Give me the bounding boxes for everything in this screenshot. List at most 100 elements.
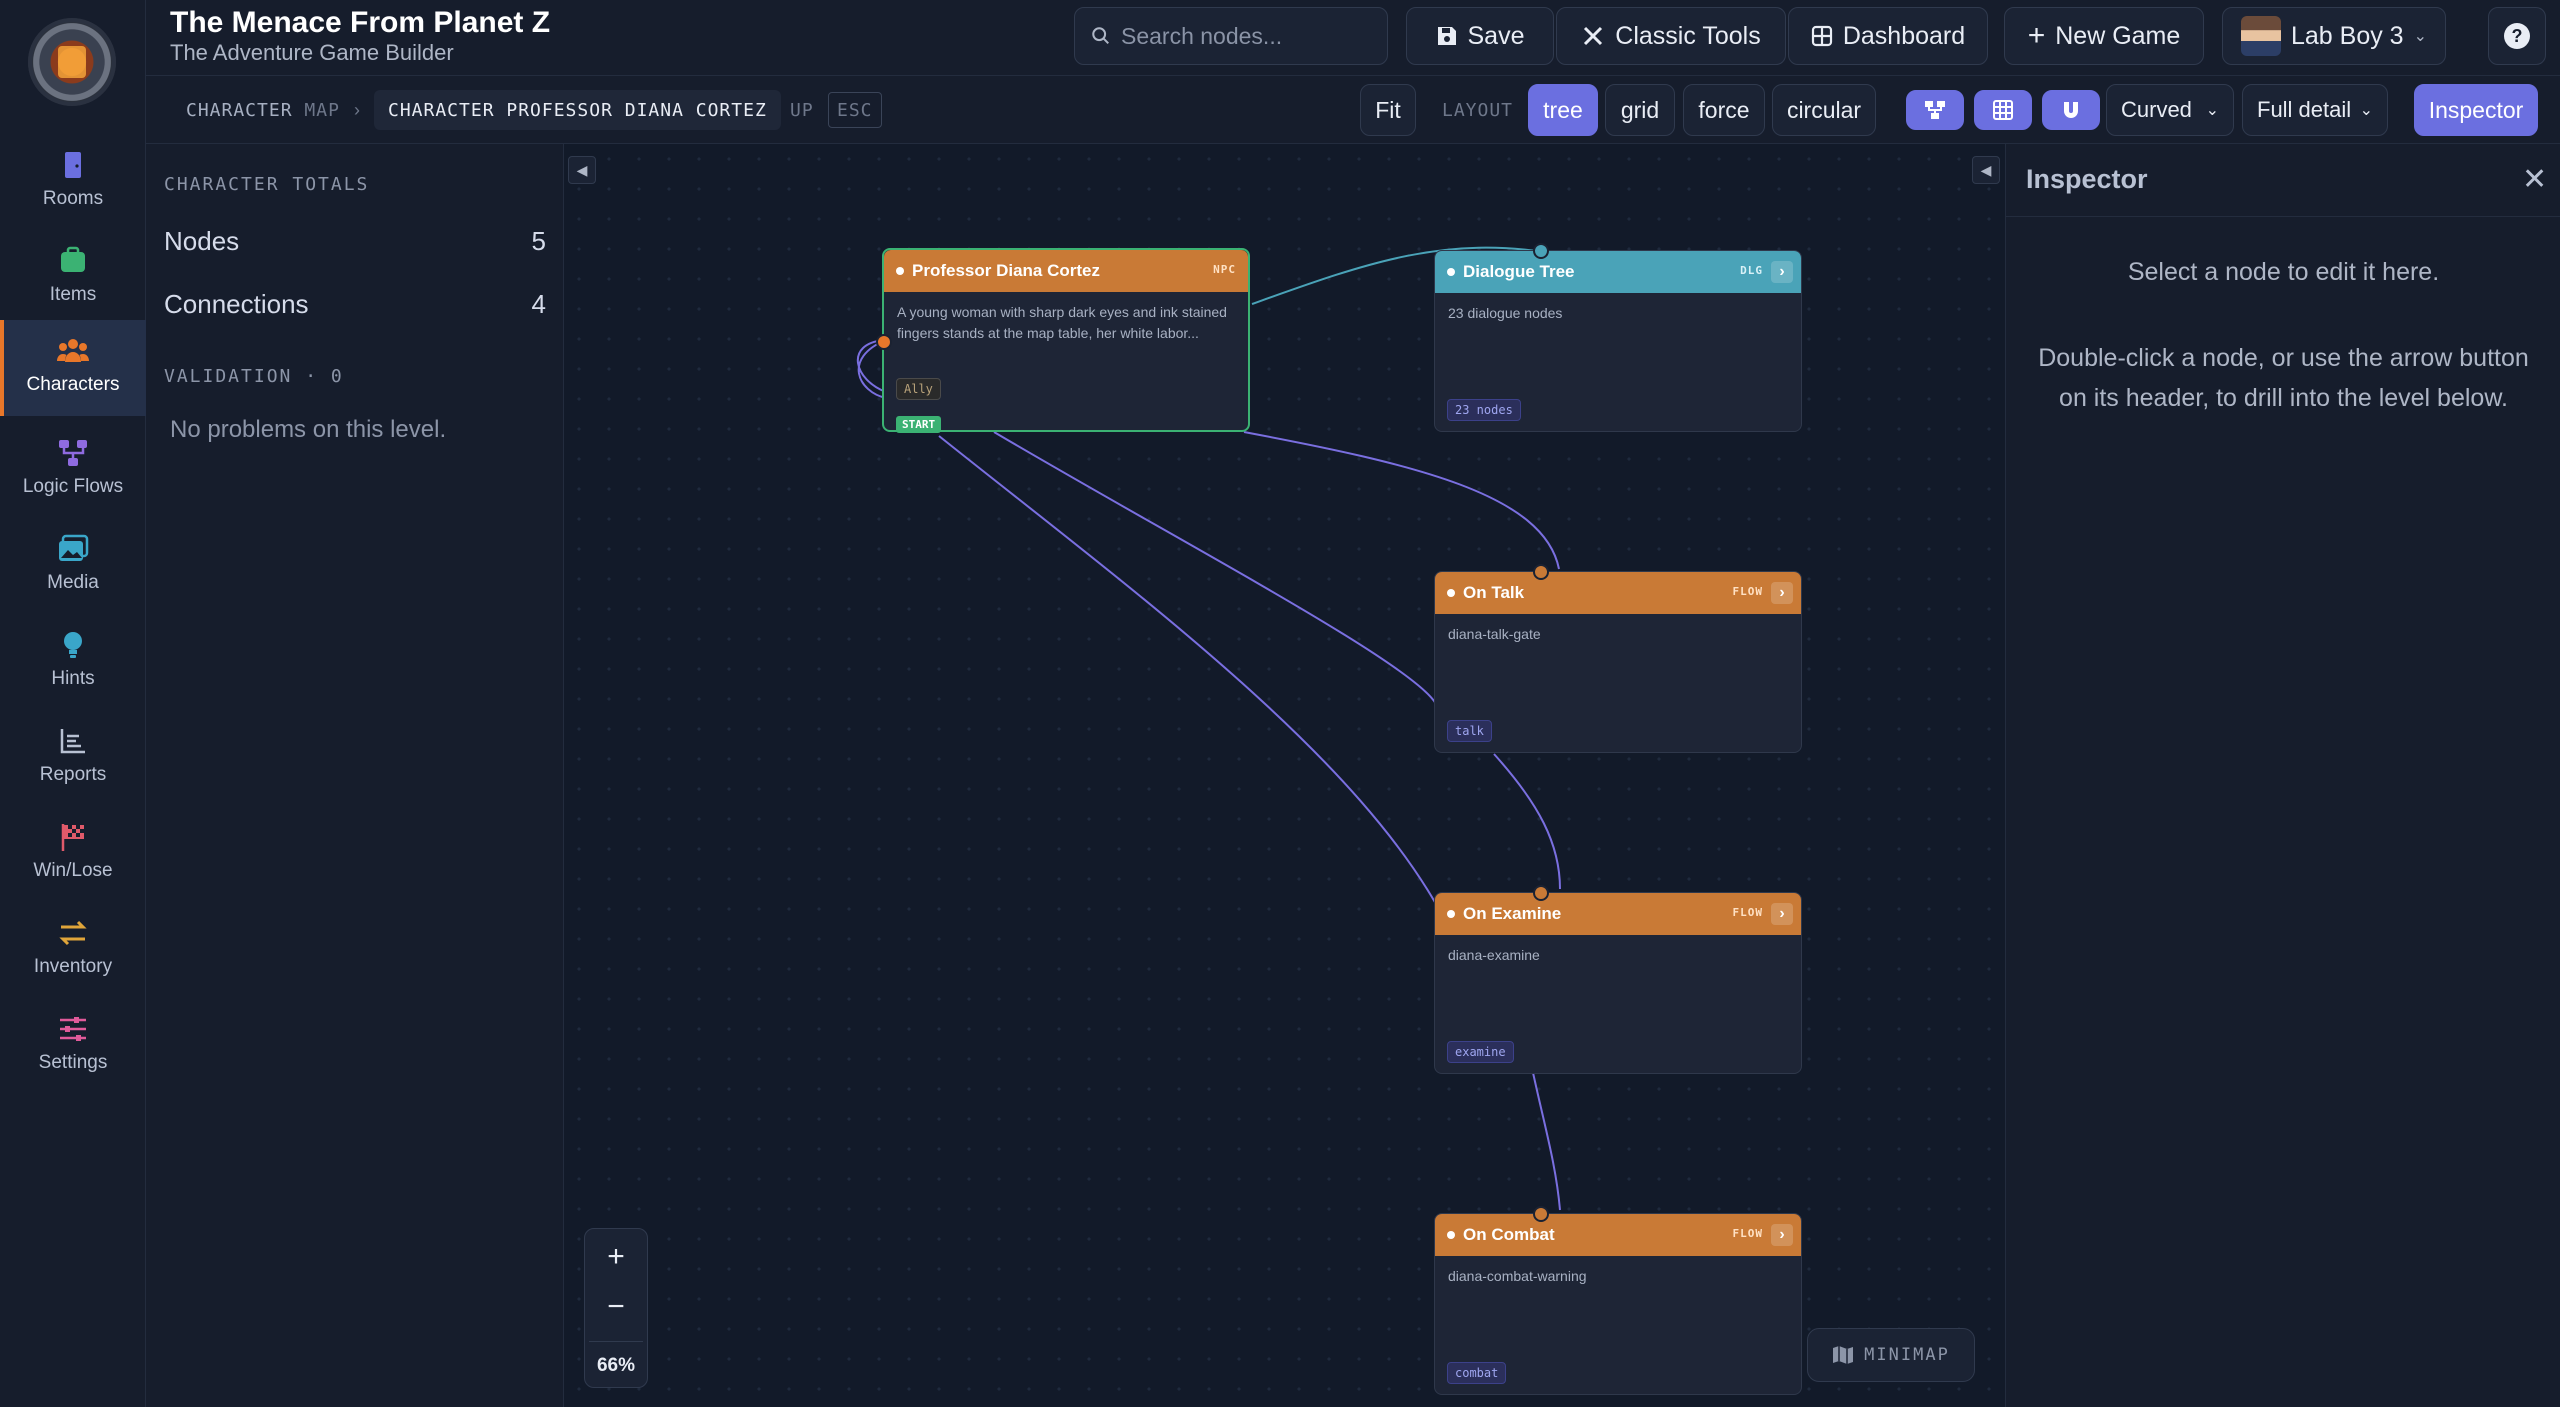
layout-tree-button[interactable]: tree (1528, 84, 1598, 136)
edge-combat (1531, 1067, 1561, 1211)
output-port[interactable] (876, 334, 892, 350)
nav-label: Inventory (33, 956, 113, 977)
new-game-button[interactable]: + New Game (2004, 7, 2204, 65)
nav-item-media[interactable]: Media (0, 518, 146, 614)
start-badge: START (896, 416, 942, 433)
save-icon (1437, 27, 1456, 45)
search-icon (1092, 27, 1109, 44)
layout-circular-button[interactable]: circular (1772, 84, 1876, 136)
drill-in-arrow-icon[interactable]: › (1771, 582, 1793, 604)
node-description: diana-combat-warning (1448, 1268, 1587, 1284)
inspector-empty-line-2: Double-click a node, or use the arrow bu… (2038, 344, 2529, 412)
people-icon (57, 339, 89, 362)
chevron-down-icon: ⌄ (2413, 28, 2427, 45)
inspector-title: Inspector (2026, 164, 2148, 194)
inspector-divider (2006, 216, 2560, 217)
nav-item-inventory[interactable]: Inventory (0, 902, 146, 998)
character-node-diana[interactable]: Professor Diana Cortez NPC A young woman… (876, 248, 1250, 433)
nav-item-items[interactable]: Items (0, 230, 146, 326)
tree-view-toggle[interactable] (1906, 90, 1964, 130)
flow-node-on-talk[interactable]: On Talk FLOW › diana-talk-gate talk (1434, 564, 1802, 753)
close-icon[interactable]: ✕ (2522, 162, 2547, 197)
save-label: Save (1467, 21, 1525, 50)
new-game-label: New Game (2055, 21, 2181, 50)
nav-label: Characters (26, 374, 120, 395)
up-label[interactable]: UP (790, 90, 814, 130)
node-canvas[interactable]: ◀ ◀ Professor Diana Cortez NPC A young w… (564, 144, 2005, 1407)
input-port[interactable] (1533, 885, 1549, 901)
tools-icon (1584, 26, 1603, 46)
inspector-toggle-button[interactable]: Inspector (2414, 84, 2538, 136)
nodes-stat-label: Nodes (164, 226, 240, 256)
nav-item-settings[interactable]: Settings (0, 998, 146, 1094)
layout-label: LAYOUT (1442, 99, 1514, 121)
inspector-panel: Inspector ✕ Select a node to edit it her… (2005, 144, 2560, 1407)
node-title: Professor Diana Cortez (912, 261, 1100, 280)
app-logo[interactable] (28, 18, 116, 106)
user-menu[interactable]: Lab Boy 3 ⌄ (2222, 7, 2446, 65)
layout-grid-button[interactable]: grid (1605, 84, 1675, 136)
node-description: 23 dialogue nodes (1448, 305, 1563, 321)
search-input[interactable] (1121, 22, 1371, 50)
fit-button[interactable]: Fit (1360, 84, 1416, 136)
flag-icon (61, 824, 84, 851)
help-button[interactable]: ? (2488, 7, 2546, 65)
node-dot (896, 267, 904, 275)
node-tag: combat (1447, 1362, 1507, 1384)
plus-icon: + (2027, 19, 2046, 52)
zoom-level: 66% (596, 1355, 636, 1376)
node-dot (1447, 268, 1455, 276)
chevron-down-icon: ⌄ (2205, 102, 2219, 119)
grid-snap-toggle[interactable] (1974, 90, 2032, 130)
input-port[interactable] (1533, 1206, 1549, 1222)
search-box[interactable] (1074, 7, 1388, 65)
bag-icon (61, 246, 85, 272)
magnet-toggle[interactable] (2042, 90, 2100, 130)
breadcrumb-bar: CHARACTER MAP › CHARACTER PROFESSOR DIAN… (146, 76, 2560, 144)
zoom-controls: + − 66% (584, 1228, 648, 1388)
node-header: Dialogue Tree DLG › (1435, 251, 1801, 293)
connections-stat-value: 4 (531, 289, 546, 319)
breadcrumb-root-a: CHARACTER (186, 99, 293, 121)
drill-in-arrow-icon[interactable]: › (1771, 903, 1793, 925)
node-type: FLOW (1732, 585, 1763, 598)
image-icon (59, 534, 89, 561)
drill-in-arrow-icon[interactable]: › (1771, 261, 1793, 283)
drill-in-arrow-icon[interactable]: › (1771, 1224, 1793, 1246)
breadcrumb-root[interactable]: CHARACTER MAP (186, 90, 340, 130)
node-description: A young woman with sharp dark eyes and i… (897, 304, 1227, 341)
nav-label: Media (47, 572, 99, 593)
nav-item-logic-flows[interactable]: Logic Flows (0, 422, 146, 518)
nav-label: Reports (39, 764, 107, 785)
flow-node-on-examine[interactable]: On Examine FLOW › diana-examine examine (1434, 885, 1802, 1074)
edge-examine-b (938, 435, 1437, 905)
classic-tools-label: Classic Tools (1615, 21, 1761, 50)
minimap-toggle[interactable]: MINIMAP (1807, 1328, 1975, 1382)
nav-item-hints[interactable]: Hints (0, 614, 146, 710)
esc-key[interactable]: ESC (828, 92, 882, 128)
connections-stat: Connections 4 (164, 289, 546, 320)
zoom-out-button[interactable]: − (585, 1285, 647, 1329)
classic-tools-button[interactable]: Classic Tools (1556, 7, 1786, 65)
save-button[interactable]: Save (1406, 7, 1554, 65)
nav-item-reports[interactable]: Reports (0, 710, 146, 806)
nav-label: Rooms (42, 188, 104, 209)
flow-node-on-combat[interactable]: On Combat FLOW › diana-combat-warning co… (1434, 1206, 1802, 1395)
detail-select[interactable]: Full detail ⌄ (2242, 84, 2388, 136)
nav-item-rooms[interactable]: Rooms (0, 134, 146, 230)
top-bar: The Menace From Planet Z The Adventure G… (146, 0, 2560, 76)
node-dot (1447, 589, 1455, 597)
zoom-in-button[interactable]: + (585, 1235, 647, 1279)
nav-item-win-lose[interactable]: Win/Lose (0, 806, 146, 902)
input-port[interactable] (1533, 243, 1549, 259)
layout-force-button[interactable]: force (1683, 84, 1765, 136)
chevron-down-icon: ⌄ (2359, 102, 2373, 119)
table-icon (1993, 100, 2013, 120)
dialogue-tree-node[interactable]: Dialogue Tree DLG › 23 dialogue nodes 23… (1434, 243, 1802, 432)
input-port[interactable] (1533, 564, 1549, 580)
help-icon: ? (2504, 23, 2530, 49)
nav-item-characters[interactable]: Characters (0, 320, 146, 416)
dashboard-button[interactable]: Dashboard (1788, 7, 1988, 65)
edge-style-select[interactable]: Curved ⌄ (2106, 84, 2234, 136)
edge-style-value: Curved (2121, 97, 2192, 122)
